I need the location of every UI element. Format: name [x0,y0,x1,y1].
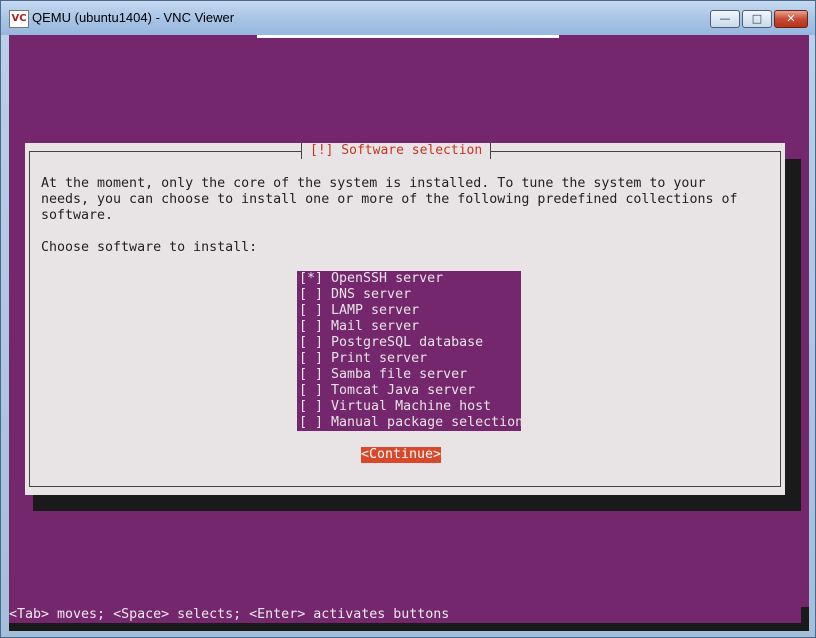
option-tomcat-java-server[interactable]: [ ] Tomcat Java server [297,383,521,399]
status-bar: <Tab> moves; <Space> selects; <Enter> ac… [9,607,450,622]
top-strip [257,35,559,38]
option-print-server[interactable]: [ ] Print server [297,351,521,367]
vnc-app-icon: VC [9,10,29,28]
option-openssh-server[interactable]: [*] OpenSSH server [297,271,521,287]
close-button[interactable]: ✕ [774,10,808,28]
software-options-list: [*] OpenSSH server [ ] DNS server [ ] LA… [297,271,523,431]
status-bar-shadow-bottom [9,623,809,631]
option-manual-package-selection[interactable]: [ ] Manual package selection [297,415,523,431]
vnc-viewer-window: VC QEMU (ubuntu1404) - VNC Viewer — □ ✕ … [0,0,816,638]
maximize-button[interactable]: □ [742,10,772,28]
option-samba-file-server[interactable]: [ ] Samba file server [297,367,521,383]
option-lamp-server[interactable]: [ ] LAMP server [297,303,521,319]
option-dns-server[interactable]: [ ] DNS server [297,287,521,303]
option-virtual-machine-host[interactable]: [ ] Virtual Machine host [297,399,521,415]
window-title: QEMU (ubuntu1404) - VNC Viewer [32,10,235,25]
continue-button[interactable]: <Continue> [361,447,441,463]
title-bar[interactable]: VC QEMU (ubuntu1404) - VNC Viewer — □ ✕ [1,1,815,35]
dialog-title: [!] Software selection [301,143,492,159]
dialog-description: At the moment, only the core of the syst… [41,176,738,223]
dialog-prompt: Choose software to install: [41,240,258,255]
option-postgresql-database[interactable]: [ ] PostgreSQL database [297,335,521,351]
vnc-screen[interactable]: [!] Software selection At the moment, on… [9,35,809,631]
minimize-button[interactable]: — [710,10,740,28]
software-selection-dialog: [!] Software selection At the moment, on… [25,143,785,495]
option-mail-server[interactable]: [ ] Mail server [297,319,521,335]
